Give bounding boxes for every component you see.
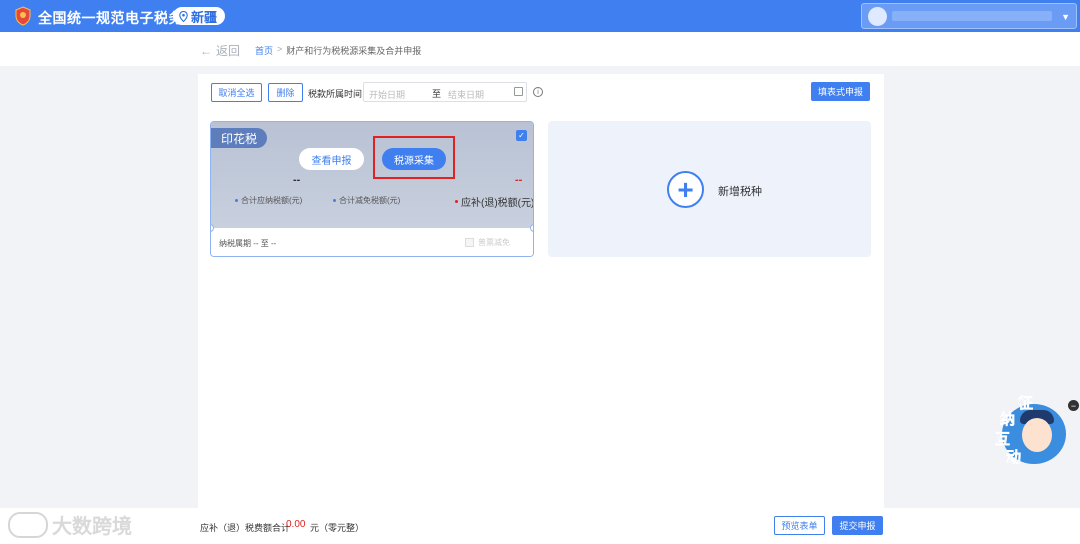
add-tax-type-card[interactable]: + 新增税种 bbox=[548, 121, 871, 257]
payable-label-text: 合计应纳税额(元) bbox=[241, 196, 303, 205]
breadcrumb-home[interactable]: 首页 bbox=[255, 44, 273, 57]
tax-period-text: 纳税属期 -- 至 -- bbox=[219, 239, 277, 248]
interaction-mascot-widget[interactable]: 征 纳 互 动 − bbox=[994, 392, 1080, 472]
mascot-char: 动 bbox=[1006, 449, 1022, 467]
add-tax-type-label: 新增税种 bbox=[718, 186, 762, 198]
reduction-label: 合计减免税额(元) bbox=[333, 195, 400, 206]
mascot-char: 征 bbox=[1018, 395, 1034, 413]
region-selector[interactable]: 新疆 bbox=[173, 7, 226, 25]
toolbar: 取消全选 删除 税款所属时间 开始日期 至 结束日期 i 填表式申报 bbox=[198, 74, 884, 108]
payable-value: -- bbox=[293, 174, 301, 186]
main-panel: 取消全选 删除 税款所属时间 开始日期 至 结束日期 i 填表式申报 印花税 ✓… bbox=[198, 74, 884, 508]
view-filing-button[interactable]: 查看申报 bbox=[299, 148, 364, 170]
total-unit: 元（零元整） bbox=[310, 523, 365, 533]
watermark: 大数跨境 bbox=[8, 510, 132, 539]
mascot-char: 纳 bbox=[1000, 411, 1016, 429]
tax-period-label: 税款所属时间 bbox=[308, 89, 363, 99]
submit-filing-button[interactable]: 提交申报 bbox=[832, 516, 883, 535]
invoice-reduction-label: 普票减免 bbox=[478, 238, 510, 247]
mascot-face bbox=[1022, 418, 1052, 452]
watermark-logo bbox=[8, 511, 48, 538]
back-label: 返回 bbox=[216, 44, 241, 58]
bullet-dot bbox=[235, 199, 238, 202]
breadcrumb-bar: ← 返回 首页 > 财产和行为税税源采集及合并申报 bbox=[0, 32, 1080, 66]
tax-card-stamp-duty[interactable]: 印花税 ✓ 查看申报 税源采集 -- -- 合计应纳税额(元) 合计减免税额(元… bbox=[210, 121, 534, 257]
breadcrumb: 首页 > 财产和行为税税源采集及合并申报 bbox=[255, 44, 421, 57]
footer-bar: 大数跨境 应补（退）税费额合计 0.00 元（零元整） 预览表单 提交申报 bbox=[0, 508, 1080, 544]
payable-label: 合计应纳税额(元) bbox=[235, 195, 302, 206]
reduction-label-text: 合计减免税额(元) bbox=[339, 196, 401, 205]
preview-form-button[interactable]: 预览表单 bbox=[774, 516, 825, 535]
end-date-input[interactable]: 结束日期 bbox=[448, 88, 484, 101]
bullet-dot bbox=[455, 200, 458, 203]
invoice-reduction-checkbox[interactable]: 普票减免 bbox=[465, 237, 510, 248]
calendar-icon[interactable] bbox=[514, 87, 523, 96]
breadcrumb-separator: > bbox=[277, 44, 283, 54]
bullet-dot bbox=[333, 199, 336, 202]
tax-card-tag: 印花税 bbox=[211, 128, 268, 148]
refund-label: 应补(退)税额(元) bbox=[455, 194, 534, 209]
region-label: 新疆 bbox=[191, 9, 218, 25]
top-nav-bar: 全国统一规范电子税务局 新疆 ▼ bbox=[0, 0, 1080, 32]
watermark-text: 大数跨境 bbox=[52, 516, 132, 538]
refund-value: -- bbox=[515, 174, 523, 186]
user-menu[interactable]: ▼ bbox=[861, 3, 1077, 29]
total-label: 应补（退）税费额合计 bbox=[200, 523, 291, 533]
username-redacted bbox=[892, 11, 1052, 21]
highlight-annotation bbox=[373, 136, 455, 179]
cancel-select-all-button[interactable]: 取消全选 bbox=[211, 83, 262, 102]
chevron-down-icon: ▼ bbox=[1061, 12, 1070, 22]
card-notch-right bbox=[530, 224, 533, 232]
plus-icon[interactable]: + bbox=[667, 171, 704, 208]
refund-label-text: 应补(退)税额(元) bbox=[461, 198, 534, 209]
date-range-picker[interactable]: 开始日期 至 结束日期 bbox=[363, 82, 527, 102]
breadcrumb-current: 财产和行为税税源采集及合并申报 bbox=[286, 46, 422, 56]
form-filing-button[interactable]: 填表式申报 bbox=[811, 82, 870, 101]
tax-card-footer: 纳税属期 -- 至 -- 普票减免 bbox=[211, 228, 533, 256]
checkbox-box[interactable] bbox=[465, 238, 474, 247]
arrow-left-icon: ← bbox=[200, 43, 212, 58]
start-date-input[interactable]: 开始日期 bbox=[369, 88, 405, 101]
total-amount: 0.00 bbox=[286, 519, 306, 530]
tax-card-checkbox[interactable]: ✓ bbox=[516, 130, 527, 141]
delete-button[interactable]: 删除 bbox=[268, 83, 303, 102]
info-icon[interactable]: i bbox=[533, 87, 543, 97]
date-range-separator: 至 bbox=[432, 89, 442, 99]
back-button[interactable]: ← 返回 bbox=[200, 42, 240, 59]
tax-card-body: 印花税 ✓ 查看申报 税源采集 -- -- 合计应纳税额(元) 合计减免税额(元… bbox=[211, 122, 534, 228]
user-avatar bbox=[868, 7, 887, 26]
tax-emblem-icon bbox=[15, 6, 31, 26]
minimize-icon[interactable]: − bbox=[1068, 400, 1079, 411]
location-pin-icon bbox=[179, 10, 188, 22]
